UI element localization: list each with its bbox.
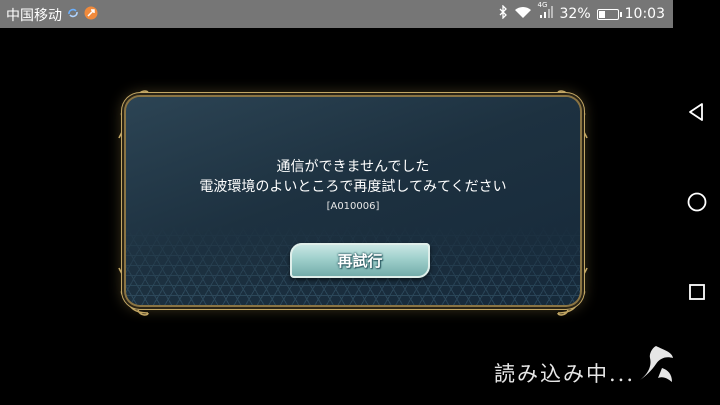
retry-label: 再試行 <box>337 252 383 270</box>
error-dialog: 通信ができませんでした 電波環境のよいところで再度試してみてください [A010… <box>126 97 580 305</box>
recents-button[interactable] <box>684 279 710 305</box>
back-icon <box>689 103 703 121</box>
home-icon <box>687 192 707 212</box>
battery-icon <box>596 8 622 20</box>
bluetooth-icon <box>498 4 508 23</box>
battery-percent: 32% <box>559 6 591 22</box>
clock: 10:03 <box>624 6 665 22</box>
navigation-bar <box>673 0 720 405</box>
network-type: 4G <box>537 1 548 9</box>
carrier-name: 中国移动 <box>6 8 62 24</box>
status-bar: 中国移动 4G 32% 10:03 <box>0 0 673 28</box>
back-button[interactable] <box>684 99 710 125</box>
recents-icon <box>689 284 705 300</box>
app-notification-icon <box>84 6 98 24</box>
loading-brush-icon <box>640 346 673 382</box>
cellular-signal-icon: 4G <box>538 1 554 23</box>
loading-text: 読み込み中... <box>494 362 636 386</box>
retry-button[interactable]: 再試行 <box>290 243 430 278</box>
error-message-line2: 電波環境のよいところで再度試してみてください <box>199 179 507 195</box>
error-message-line1: 通信ができませんでした <box>276 159 430 175</box>
sync-icon <box>66 6 80 24</box>
home-button[interactable] <box>684 189 710 215</box>
error-code: [A010006] <box>326 201 380 212</box>
wifi-icon <box>514 5 532 23</box>
